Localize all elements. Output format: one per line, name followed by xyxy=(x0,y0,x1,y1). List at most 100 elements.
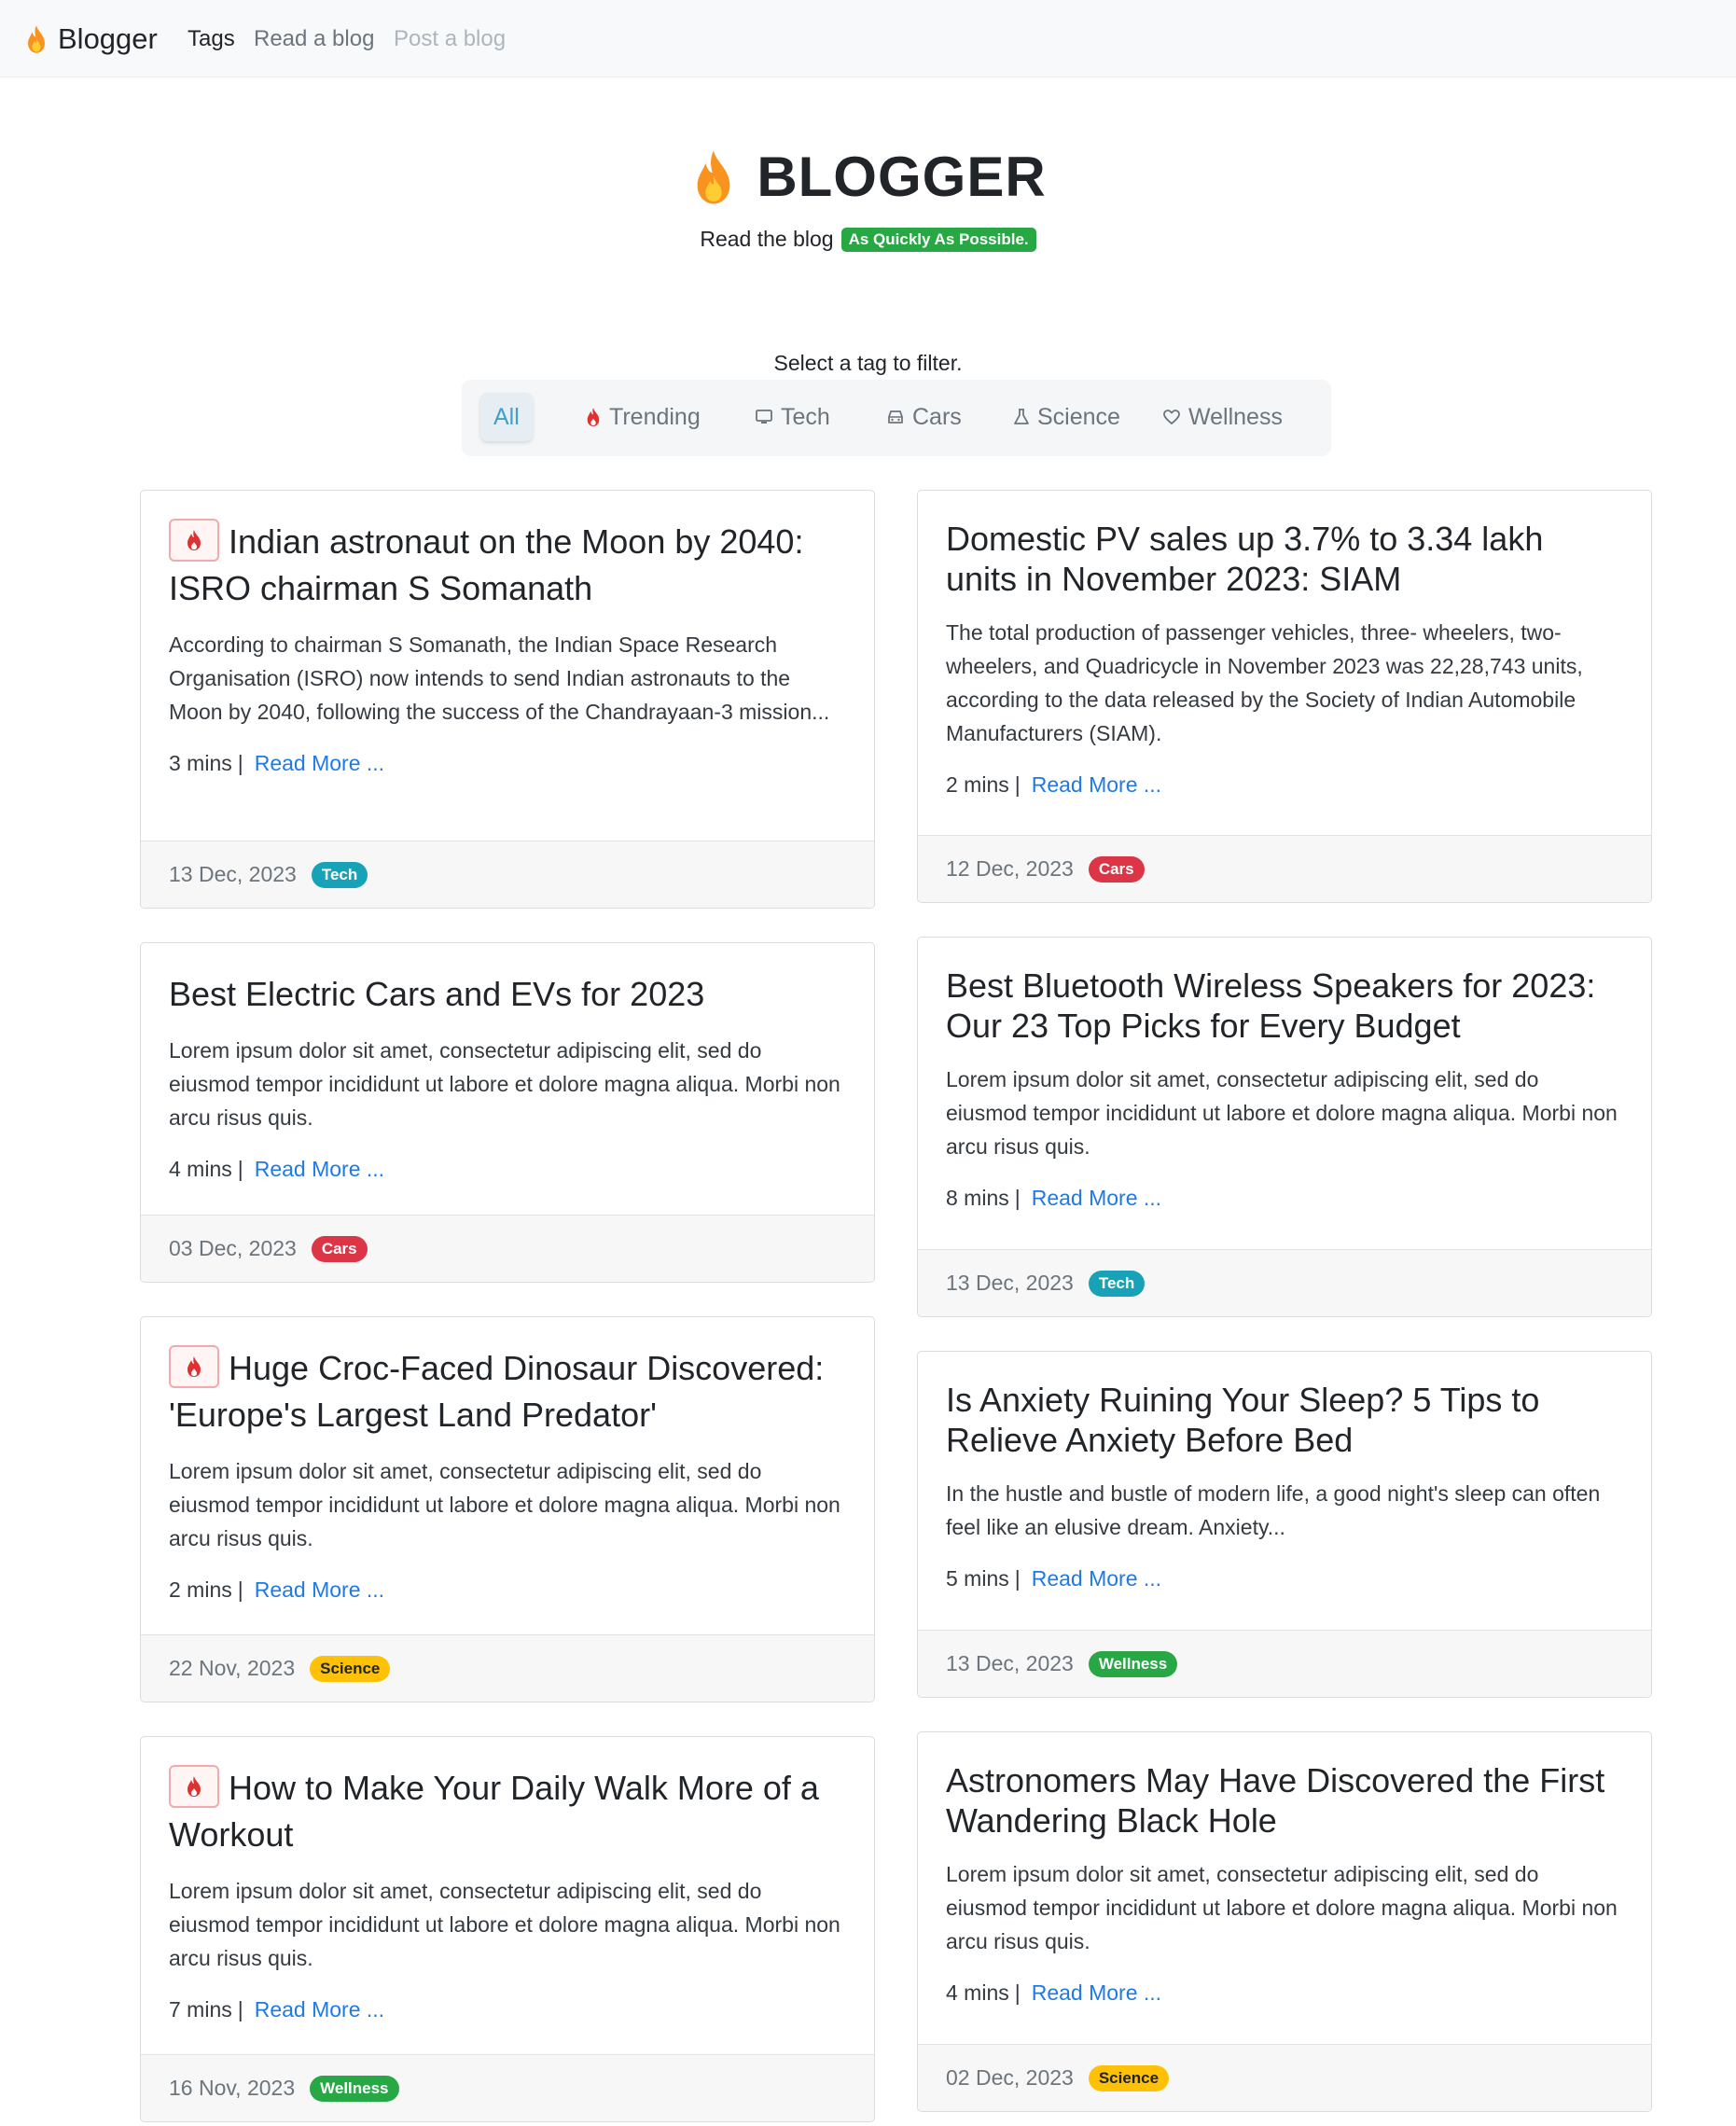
fire-icon xyxy=(187,1776,201,1798)
car-icon xyxy=(888,410,903,424)
post-excerpt: Lorem ipsum dolor sit amet, consectetur … xyxy=(946,1067,1618,1159)
tag-badge[interactable]: Cars xyxy=(311,1235,368,1262)
post-excerpt: The total production of passenger vehicl… xyxy=(946,620,1583,745)
fire-icon xyxy=(587,408,600,426)
read-time: 4 mins xyxy=(169,1157,232,1181)
post-meta: 2 mins | Read More ... xyxy=(169,1577,385,1603)
chip-label: Tech xyxy=(781,403,830,430)
read-more-link[interactable]: Read More ... xyxy=(255,751,384,776)
post-title-text: Best Electric Cars and EVs for 2023 xyxy=(169,975,705,1013)
post-title-text: Is Anxiety Ruining Your Sleep? 5 Tips to… xyxy=(946,1381,1540,1459)
post-title[interactable]: Is Anxiety Ruining Your Sleep? 5 Tips to… xyxy=(946,1380,1623,1460)
post-title[interactable]: Domestic PV sales up 3.7% to 3.34 lakh u… xyxy=(946,519,1623,599)
read-more-link[interactable]: Read More ... xyxy=(1032,1566,1161,1591)
tag-badge[interactable]: Cars xyxy=(1088,855,1145,882)
post-card: Is Anxiety Ruining Your Sleep? 5 Tips to… xyxy=(917,1351,1652,1698)
read-more-link[interactable]: Read More ... xyxy=(1032,1186,1161,1211)
hero-title: BLOGGER xyxy=(0,145,1736,209)
card-footer: 16 Nov, 2023 Wellness xyxy=(141,2054,874,2121)
filter-chip-cars[interactable]: Cars xyxy=(873,393,975,441)
post-excerpt: According to chairman S Somanath, the In… xyxy=(169,632,830,725)
card-footer: 12 Dec, 2023 Cars xyxy=(918,835,1651,902)
post-excerpt: Lorem ipsum dolor sit amet, consectetur … xyxy=(169,1879,840,1971)
read-time: 5 mins xyxy=(946,1566,1009,1591)
chip-label: Science xyxy=(1037,403,1120,430)
post-title[interactable]: How to Make Your Daily Walk More of a Wo… xyxy=(169,1765,846,1857)
filter-chip-science[interactable]: Science xyxy=(1000,393,1133,441)
read-more-link[interactable]: Read More ... xyxy=(255,1157,384,1182)
trending-badge xyxy=(169,1345,219,1389)
post-title-text: How to Make Your Daily Walk More of a Wo… xyxy=(169,1769,819,1855)
post-date: 03 Dec, 2023 xyxy=(169,1236,297,1260)
post-meta: 2 mins | Read More ... xyxy=(946,772,1162,798)
post-excerpt: In the hustle and bustle of modern life,… xyxy=(946,1481,1601,1539)
tag-badge[interactable]: Science xyxy=(310,1655,391,1682)
read-time: 2 mins xyxy=(169,1577,232,1603)
brand-text: Blogger xyxy=(58,22,158,55)
nav-link-post-blog[interactable]: Post a blog xyxy=(394,26,506,52)
page-title: BLOGGER xyxy=(757,146,1047,208)
post-title-text: Domestic PV sales up 3.7% to 3.34 lakh u… xyxy=(946,520,1544,598)
read-time: 3 mins xyxy=(169,751,232,776)
tag-badge[interactable]: Wellness xyxy=(310,2075,399,2102)
filter-chip-tech[interactable]: Tech xyxy=(742,393,843,441)
subtitle-text: Read the blog xyxy=(700,227,834,251)
flame-icon xyxy=(697,149,730,204)
card-footer: 13 Dec, 2023 Wellness xyxy=(918,1630,1651,1697)
chip-label: Cars xyxy=(912,403,962,430)
post-title[interactable]: Best Bluetooth Wireless Speakers for 202… xyxy=(946,966,1623,1046)
read-more-link[interactable]: Read More ... xyxy=(1032,772,1161,798)
card-footer: 02 Dec, 2023 Science xyxy=(918,2044,1651,2111)
hero-subtitle: Read the blog As Quickly As Possible. xyxy=(0,227,1736,252)
nav-link-tags[interactable]: Tags xyxy=(187,26,235,52)
card-footer: 03 Dec, 2023 Cars xyxy=(141,1215,874,1282)
tag-badge[interactable]: Science xyxy=(1088,2064,1170,2091)
read-more-link[interactable]: Read More ... xyxy=(255,1997,384,2022)
post-title[interactable]: Best Electric Cars and EVs for 2023 xyxy=(169,971,846,1017)
trending-badge xyxy=(169,519,219,563)
post-date: 13 Dec, 2023 xyxy=(946,1271,1074,1295)
read-time: 2 mins xyxy=(946,772,1009,797)
post-excerpt: Lorem ipsum dolor sit amet, consectetur … xyxy=(169,1038,840,1130)
tag-badge[interactable]: Tech xyxy=(1088,1270,1146,1297)
post-meta: 5 mins | Read More ... xyxy=(946,1566,1162,1591)
post-title[interactable]: Huge Croc-Faced Dinosaur Discovered: 'Eu… xyxy=(169,1345,846,1438)
post-title-text: Best Bluetooth Wireless Speakers for 202… xyxy=(946,966,1596,1045)
trending-badge xyxy=(169,1765,219,1809)
post-card: Domestic PV sales up 3.7% to 3.34 lakh u… xyxy=(917,490,1652,903)
filter-chip-wellness[interactable]: Wellness xyxy=(1149,393,1296,441)
tag-filter-bar: All Trending Tech Cars Science Wellness xyxy=(462,380,1331,456)
flask-icon xyxy=(1014,409,1029,424)
card-footer: 22 Nov, 2023 Science xyxy=(141,1634,874,1702)
filter-chip-trending[interactable]: Trending xyxy=(572,393,714,441)
post-card: Indian astronaut on the Moon by 2040: IS… xyxy=(140,490,875,909)
monitor-icon xyxy=(756,410,772,424)
chip-label: Wellness xyxy=(1188,403,1283,430)
read-more-link[interactable]: Read More ... xyxy=(255,1577,384,1603)
post-meta: 3 mins | Read More ... xyxy=(169,751,385,776)
chip-label: All xyxy=(493,403,520,430)
fire-icon xyxy=(187,530,201,551)
filter-chip-all[interactable]: All xyxy=(480,393,533,441)
post-meta: 7 mins | Read More ... xyxy=(169,1997,385,2022)
card-footer: 13 Dec, 2023 Tech xyxy=(918,1249,1651,1316)
post-title[interactable]: Astronomers May Have Discovered the Firs… xyxy=(946,1760,1623,1841)
read-time: 4 mins xyxy=(946,1980,1009,2005)
nav-link-read-blog[interactable]: Read a blog xyxy=(254,26,374,52)
brand-link[interactable]: Blogger xyxy=(24,19,158,60)
tag-badge[interactable]: Tech xyxy=(311,861,368,888)
post-title-text: Huge Croc-Faced Dinosaur Discovered: 'Eu… xyxy=(169,1349,825,1435)
chip-label: Trending xyxy=(609,403,701,430)
post-title[interactable]: Indian astronaut on the Moon by 2040: IS… xyxy=(169,519,846,611)
navbar: Blogger Tags Read a blog Post a blog xyxy=(0,0,1736,77)
read-more-link[interactable]: Read More ... xyxy=(1032,1980,1161,2006)
filter-label: Select a tag to filter. xyxy=(773,351,963,375)
tag-badge[interactable]: Wellness xyxy=(1088,1650,1178,1677)
tagline-badge: As Quickly As Possible. xyxy=(840,227,1036,252)
fire-icon xyxy=(187,1356,201,1378)
post-card: Best Bluetooth Wireless Speakers for 202… xyxy=(917,937,1652,1317)
post-date: 13 Dec, 2023 xyxy=(169,862,297,886)
flame-icon xyxy=(28,25,45,53)
card-footer: 13 Dec, 2023 Tech xyxy=(141,841,874,908)
post-card: Astronomers May Have Discovered the Firs… xyxy=(917,1731,1652,2112)
